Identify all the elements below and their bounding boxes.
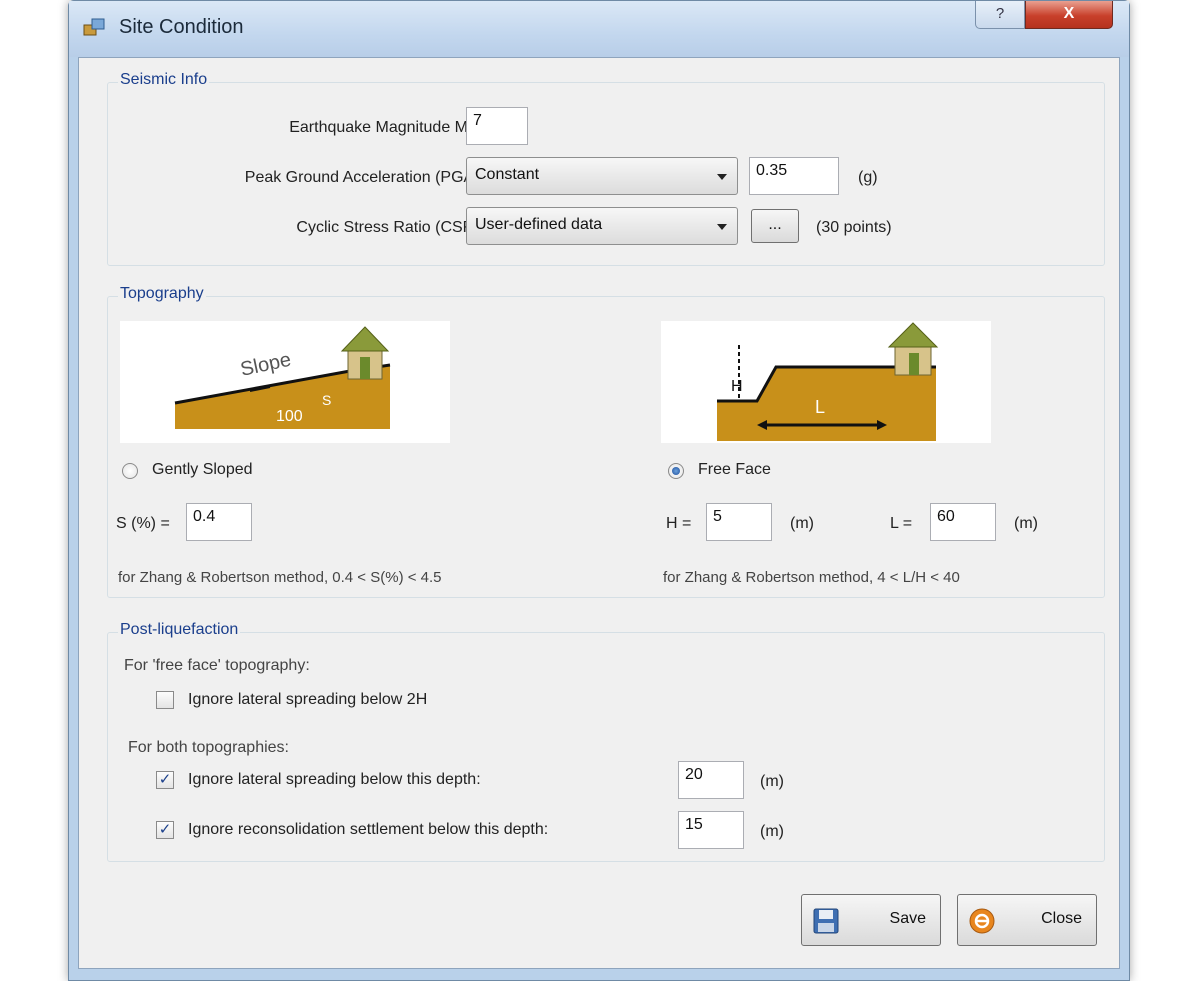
csr-points-count: (30 points) bbox=[816, 219, 892, 236]
l-input[interactable]: 60 bbox=[930, 503, 996, 541]
free-face-illustration: H L bbox=[661, 321, 991, 443]
slope-text: Slope bbox=[238, 349, 293, 381]
reconsolidation-label[interactable]: Ignore reconsolidation settlement below … bbox=[188, 821, 548, 839]
pga-mode-value: Constant bbox=[475, 166, 540, 183]
floppy-disk-icon bbox=[813, 908, 839, 934]
rise-value: S bbox=[322, 392, 331, 408]
close-button-label: Close bbox=[1041, 910, 1082, 927]
free-face-note: for Zhang & Robertson method, 4 < L/H < … bbox=[663, 569, 960, 586]
site-condition-window: Site Condition ? X Seismic Info Earthqua… bbox=[68, 0, 1130, 981]
reconsolidation-checkbox[interactable]: ✓ bbox=[156, 821, 174, 839]
csr-label: Cyclic Stress Ratio (CSR): bbox=[296, 219, 484, 236]
seismic-info-group: Seismic Info Earthquake Magnitude Mw: 7 … bbox=[107, 71, 1105, 266]
free-face-radio[interactable] bbox=[668, 463, 684, 479]
dialog-body: Seismic Info Earthquake Magnitude Mw: 7 … bbox=[78, 57, 1120, 969]
run-value: 100 bbox=[276, 408, 303, 425]
lateral-depth-input[interactable]: 20 bbox=[678, 761, 744, 799]
gently-sloped-label[interactable]: Gently Sloped bbox=[152, 461, 253, 479]
save-button-label: Save bbox=[889, 910, 926, 927]
l-label: L = bbox=[890, 515, 913, 532]
magnitude-input[interactable]: 7 bbox=[466, 107, 528, 145]
topography-group: Topography Slope 100 S H L Gently Sloped… bbox=[107, 285, 1105, 598]
window-title: Site Condition bbox=[119, 16, 244, 38]
pga-label: Peak Ground Acceleration (PGA): bbox=[244, 169, 484, 186]
lateral-spreading-label[interactable]: Ignore lateral spreading below this dept… bbox=[188, 771, 481, 789]
h-label: H = bbox=[666, 515, 692, 532]
reconsolidation-depth-input[interactable]: 15 bbox=[678, 811, 744, 849]
ignore-2h-checkbox[interactable] bbox=[156, 691, 174, 709]
gently-sloped-illustration: Slope 100 S bbox=[120, 321, 450, 443]
close-circle-icon bbox=[969, 908, 995, 934]
group-title-post-liquefaction: Post-liquefaction bbox=[118, 621, 241, 639]
gently-sloped-note: for Zhang & Robertson method, 0.4 < S(%)… bbox=[118, 569, 442, 586]
lateral-depth-unit: (m) bbox=[760, 773, 784, 790]
magnitude-label: Earthquake Magnitude Mw: bbox=[289, 119, 484, 136]
height-label: H bbox=[731, 378, 743, 395]
group-title-topography: Topography bbox=[118, 285, 206, 303]
title-bar[interactable]: Site Condition ? X bbox=[69, 1, 1129, 57]
gently-sloped-radio[interactable] bbox=[122, 463, 138, 479]
app-icon bbox=[83, 18, 105, 36]
post-liquefaction-group: Post-liquefaction For 'free face' topogr… bbox=[107, 621, 1105, 862]
free-face-heading: For 'free face' topography: bbox=[124, 657, 310, 674]
s-percent-label: S (%) = bbox=[116, 515, 170, 532]
csr-mode-value: User-defined data bbox=[475, 216, 603, 233]
save-button[interactable]: Save bbox=[801, 894, 941, 946]
h-unit: (m) bbox=[790, 515, 814, 532]
pga-value-input[interactable]: 0.35 bbox=[749, 157, 839, 195]
both-topographies-heading: For both topographies: bbox=[128, 739, 289, 756]
reconsolidation-depth-unit: (m) bbox=[760, 823, 784, 840]
length-label: L bbox=[815, 397, 825, 417]
chevron-down-icon bbox=[717, 174, 727, 180]
pga-mode-select[interactable]: Constant bbox=[466, 157, 738, 195]
window-close-button[interactable]: X bbox=[1025, 1, 1113, 29]
s-percent-input[interactable]: 0.4 bbox=[186, 503, 252, 541]
csr-mode-select[interactable]: User-defined data bbox=[466, 207, 738, 245]
ignore-2h-label[interactable]: Ignore lateral spreading below 2H bbox=[188, 691, 427, 709]
close-button[interactable]: Close bbox=[957, 894, 1097, 946]
group-title-seismic: Seismic Info bbox=[118, 71, 210, 89]
chevron-down-icon bbox=[717, 224, 727, 230]
help-button[interactable]: ? bbox=[975, 1, 1025, 29]
free-face-label[interactable]: Free Face bbox=[698, 461, 771, 479]
csr-data-button[interactable]: ... bbox=[751, 209, 799, 243]
lateral-spreading-checkbox[interactable]: ✓ bbox=[156, 771, 174, 789]
h-input[interactable]: 5 bbox=[706, 503, 772, 541]
pga-unit: (g) bbox=[858, 169, 878, 186]
l-unit: (m) bbox=[1014, 515, 1038, 532]
